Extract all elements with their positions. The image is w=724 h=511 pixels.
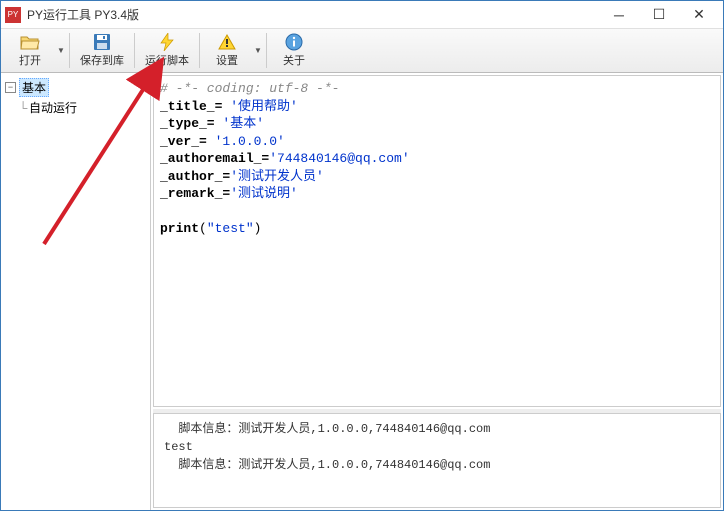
- run-label: 运行脚本: [145, 52, 189, 68]
- run-button[interactable]: 运行脚本: [137, 29, 197, 72]
- tree-branch-icon: └: [17, 101, 29, 115]
- output-line: test: [164, 440, 193, 454]
- minimize-button[interactable]: ─: [599, 1, 639, 29]
- app-icon: PY: [5, 7, 21, 23]
- window-title: PY运行工具 PY3.4版: [27, 6, 599, 23]
- save-icon: [92, 33, 112, 51]
- output-line: 脚本信息：测试开发人员,1.0.0.0,744840146@qq.com: [164, 458, 490, 472]
- open-dropdown[interactable]: ▼: [55, 29, 67, 72]
- output-panel[interactable]: 脚本信息：测试开发人员,1.0.0.0,744840146@qq.com tes…: [153, 413, 721, 508]
- save-label: 保存到库: [80, 52, 124, 68]
- open-button[interactable]: 打开: [5, 29, 55, 72]
- about-button[interactable]: 关于: [269, 29, 319, 72]
- output-line: 脚本信息：测试开发人员,1.0.0.0,744840146@qq.com: [164, 422, 490, 436]
- about-label: 关于: [283, 52, 305, 68]
- settings-label: 设置: [216, 52, 238, 68]
- tree-child-item[interactable]: └ 自动运行: [3, 98, 148, 117]
- code-editor[interactable]: # -*- coding: utf-8 -*- _title_= '使用帮助' …: [153, 75, 721, 407]
- maximize-button[interactable]: ☐: [639, 1, 679, 29]
- lightning-icon: [157, 33, 177, 51]
- settings-button[interactable]: 设置: [202, 29, 252, 72]
- warning-icon: [217, 33, 237, 51]
- tree-collapse-icon[interactable]: −: [5, 82, 16, 93]
- info-icon: [284, 33, 304, 51]
- toolbar: 打开 ▼ 保存到库 运行脚本 设置 ▼ 关于: [1, 29, 723, 73]
- tree-root-label: 基本: [19, 78, 49, 97]
- tree-root-item[interactable]: − 基本: [3, 77, 148, 98]
- save-button[interactable]: 保存到库: [72, 29, 132, 72]
- titlebar: PY PY运行工具 PY3.4版 ─ ☐ ✕: [1, 1, 723, 29]
- close-button[interactable]: ✕: [679, 1, 719, 29]
- tree-child-label: 自动运行: [29, 99, 77, 116]
- folder-open-icon: [20, 33, 40, 51]
- open-label: 打开: [19, 52, 41, 68]
- settings-dropdown[interactable]: ▼: [252, 29, 264, 72]
- sidebar-tree[interactable]: − 基本 └ 自动运行: [1, 73, 151, 510]
